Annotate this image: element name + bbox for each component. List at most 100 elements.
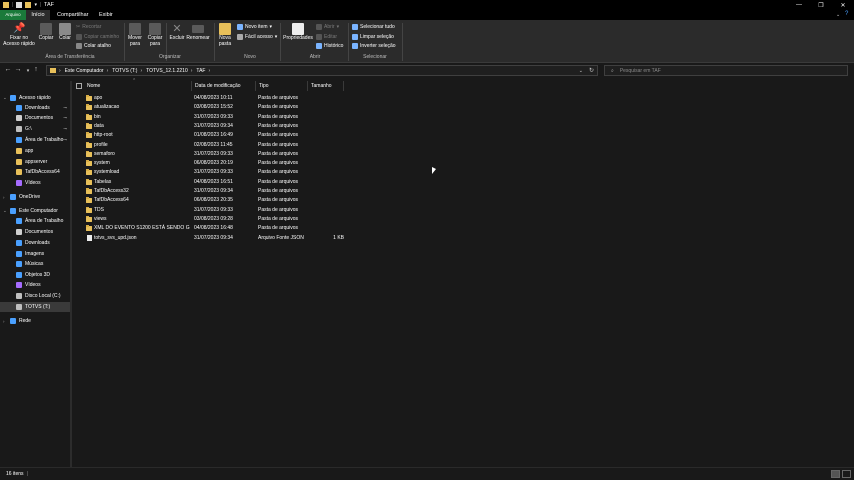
sidebar-item[interactable]: Downloads ⊸ xyxy=(0,103,70,113)
easy-access-button[interactable]: Fácil acesso ▾ xyxy=(237,33,277,41)
properties-icon[interactable] xyxy=(16,2,23,8)
file-row[interactable]: Tabelas 04/08/2023 16:51 Pasta de arquivos xyxy=(72,178,372,187)
file-modified: 31/07/2023 09:33 xyxy=(194,150,233,157)
close-button[interactable]: ✕ xyxy=(832,0,854,10)
cut-button[interactable]: ✂ Recortar xyxy=(76,23,101,31)
file-row[interactable]: TafDbAccess32 31/07/2023 09:34 Pasta de ar… xyxy=(72,187,372,196)
file-row[interactable]: apo 04/08/2023 10:11 Pasta de arquivos xyxy=(72,94,372,103)
sidebar-item[interactable]: Disco Local (C:) xyxy=(0,291,70,301)
file-row[interactable]: semaforo 31/07/2023 09:33 Pasta de arquivo… xyxy=(72,150,372,159)
sidebar-item[interactable]: Músicas xyxy=(0,259,70,269)
delete-button[interactable]: ✕ Excluir xyxy=(168,23,186,42)
move-to-label: Mover para xyxy=(128,35,142,47)
edit-button[interactable]: Editar xyxy=(316,33,337,41)
expand-chevron-icon[interactable]: ⌄ xyxy=(3,95,7,101)
sidebar-item[interactable]: Documentos xyxy=(0,227,70,237)
file-row[interactable]: bin 31/07/2023 09:33 Pasta de arquivos xyxy=(72,113,372,122)
new-folder-icon[interactable] xyxy=(25,2,32,8)
file-row[interactable]: data 31/07/2023 09:34 Pasta de arquivos xyxy=(72,122,372,131)
sidebar-item[interactable]: appserver xyxy=(0,157,70,167)
file-modified: 02/08/2023 11:45 xyxy=(194,141,233,148)
copy-to-button[interactable]: Copiar para xyxy=(146,23,164,47)
breadcrumb-este-computador[interactable]: Este Computador xyxy=(65,68,104,74)
breadcrumb-taf[interactable]: TAF xyxy=(196,68,205,74)
expand-chevron-icon[interactable]: ⌄ xyxy=(3,208,7,214)
select-none-button[interactable]: Limpar seleção xyxy=(352,33,394,41)
sidebar-item[interactable]: ⌄ Este Computador xyxy=(0,206,70,216)
tab-compartilhar[interactable]: Compartilhar xyxy=(54,10,91,20)
new-item-button[interactable]: Novo item ▾ xyxy=(237,23,272,31)
expand-chevron-icon[interactable]: › xyxy=(3,195,5,200)
file-row[interactable]: systemload 31/07/2023 09:33 Pasta de arqui… xyxy=(72,168,372,177)
properties-button[interactable]: Propriedades xyxy=(282,23,314,42)
new-folder-button[interactable]: Nova pasta xyxy=(216,23,234,47)
scissors-icon: ✂ xyxy=(76,24,81,30)
search-input[interactable]: ⌕ Pesquisar em TAF xyxy=(604,65,848,76)
move-to-button[interactable]: Mover para xyxy=(126,23,144,47)
forward-arrow-icon[interactable]: → xyxy=(14,66,22,73)
paste-shortcut-button[interactable]: Colar atalho xyxy=(76,42,111,50)
pin-quick-access-label: Fixar no Acesso rápido xyxy=(3,35,35,47)
chevron-down-icon[interactable]: ▾ xyxy=(34,2,37,8)
tab-exibir[interactable]: Exibir xyxy=(96,10,116,20)
sidebar-item[interactable]: TafDbAccess64 xyxy=(0,167,70,177)
refresh-icon[interactable]: ↻ xyxy=(589,67,594,74)
file-name: atualizacao xyxy=(94,104,120,111)
column-header-modified[interactable]: Data de modificação xyxy=(192,81,256,91)
sidebar-item[interactable]: Objetos 3D xyxy=(0,270,70,280)
sidebar-item[interactable]: app xyxy=(0,146,70,156)
file-row[interactable]: TafDbAccess64 06/08/2023 20:35 Pasta de ar… xyxy=(72,196,372,205)
minimize-button[interactable]: — xyxy=(788,0,810,10)
chevron-down-icon[interactable]: ⌄ xyxy=(579,68,583,74)
sidebar-item[interactable]: Vídeos xyxy=(0,280,70,290)
address-bar[interactable]: › Este Computador › TOTVS (T:) › TOTVS_1… xyxy=(46,65,598,76)
maximize-button[interactable]: ❐ xyxy=(810,0,832,10)
file-row[interactable]: atualizacao 03/08/2023 15:52 Pasta de arqu… xyxy=(72,103,372,112)
sidebar-item[interactable]: Área de Trabalho ⊸ xyxy=(0,135,70,145)
file-row[interactable]: profile 02/08/2023 11:45 Pasta de arquivos xyxy=(72,141,372,150)
sidebar-item[interactable]: TOTVS (T:) xyxy=(0,302,70,312)
column-header-type[interactable]: Tipo xyxy=(256,81,308,91)
file-row[interactable]: http-root 01/08/2023 16:49 Pasta de arquiv… xyxy=(72,131,372,140)
back-arrow-icon[interactable]: ← xyxy=(4,66,12,73)
sidebar-item[interactable]: › Rede xyxy=(0,316,70,326)
large-icons-view-button[interactable] xyxy=(842,470,851,478)
sidebar-item-label: Objetos 3D xyxy=(25,272,51,278)
history-button[interactable]: Histórico xyxy=(316,42,343,50)
file-row[interactable]: totvs_svs_upd.json 31/07/2023 09:34 Arquiv… xyxy=(72,234,372,243)
copy-path-button[interactable]: Copiar caminho xyxy=(76,33,119,41)
breadcrumb-totvs-version[interactable]: TOTVS_12.1.2210 xyxy=(146,68,188,74)
column-header-size[interactable]: Tamanho xyxy=(308,81,344,91)
column-header-name[interactable]: Nome xyxy=(84,81,192,91)
file-row[interactable]: TDS 31/07/2023 09:33 Pasta de arquivos xyxy=(72,206,372,215)
recent-locations-icon[interactable]: ▾ xyxy=(24,68,32,74)
copy-button[interactable]: Copiar xyxy=(37,23,55,42)
expand-chevron-icon[interactable]: › xyxy=(3,319,5,324)
file-row[interactable]: views 03/08/2023 09:28 Pasta de arquivos xyxy=(72,215,372,224)
sidebar-item[interactable]: › OneDrive xyxy=(0,192,70,202)
help-icon[interactable]: ? xyxy=(845,11,848,17)
file-modified: 04/08/2023 16:51 xyxy=(194,178,233,185)
tab-arquivo[interactable]: Arquivo xyxy=(0,10,26,20)
sidebar-item[interactable]: Vídeos xyxy=(0,178,70,188)
select-all-checkbox[interactable] xyxy=(76,83,82,89)
sidebar-item[interactable]: G:\ ⊸ xyxy=(0,124,70,134)
sidebar-item[interactable]: Documentos ⊸ xyxy=(0,113,70,123)
sidebar-item[interactable]: Área de Trabalho xyxy=(0,216,70,226)
file-row[interactable]: XML DO EVENTO S1200 ESTÁ SENDO G... 04/08… xyxy=(72,224,372,233)
select-all-button[interactable]: Selecionar tudo xyxy=(352,23,395,31)
paste-button[interactable]: Colar xyxy=(57,23,73,42)
sidebar-item[interactable]: ⌄ Acesso rápido xyxy=(0,93,70,103)
details-view-button[interactable] xyxy=(831,470,840,478)
breadcrumb-totvs-drive[interactable]: TOTVS (T:) xyxy=(112,68,137,74)
invert-selection-button[interactable]: Inverter seleção xyxy=(352,42,396,50)
pin-quick-access-button[interactable]: 📌 Fixar no Acesso rápido xyxy=(3,23,35,47)
sidebar-item[interactable]: Imagens xyxy=(0,249,70,259)
chevron-down-icon[interactable]: ⌄ xyxy=(836,12,840,18)
open-button[interactable]: Abrir ▾ xyxy=(316,23,339,31)
rename-button[interactable]: Renomear xyxy=(186,23,210,42)
sidebar-item[interactable]: Downloads xyxy=(0,238,70,248)
file-row[interactable]: system 06/08/2023 20:19 Pasta de arquivos xyxy=(72,159,372,168)
up-arrow-icon[interactable]: ↑ xyxy=(32,66,40,73)
tab-inicio[interactable]: Início xyxy=(26,10,50,20)
